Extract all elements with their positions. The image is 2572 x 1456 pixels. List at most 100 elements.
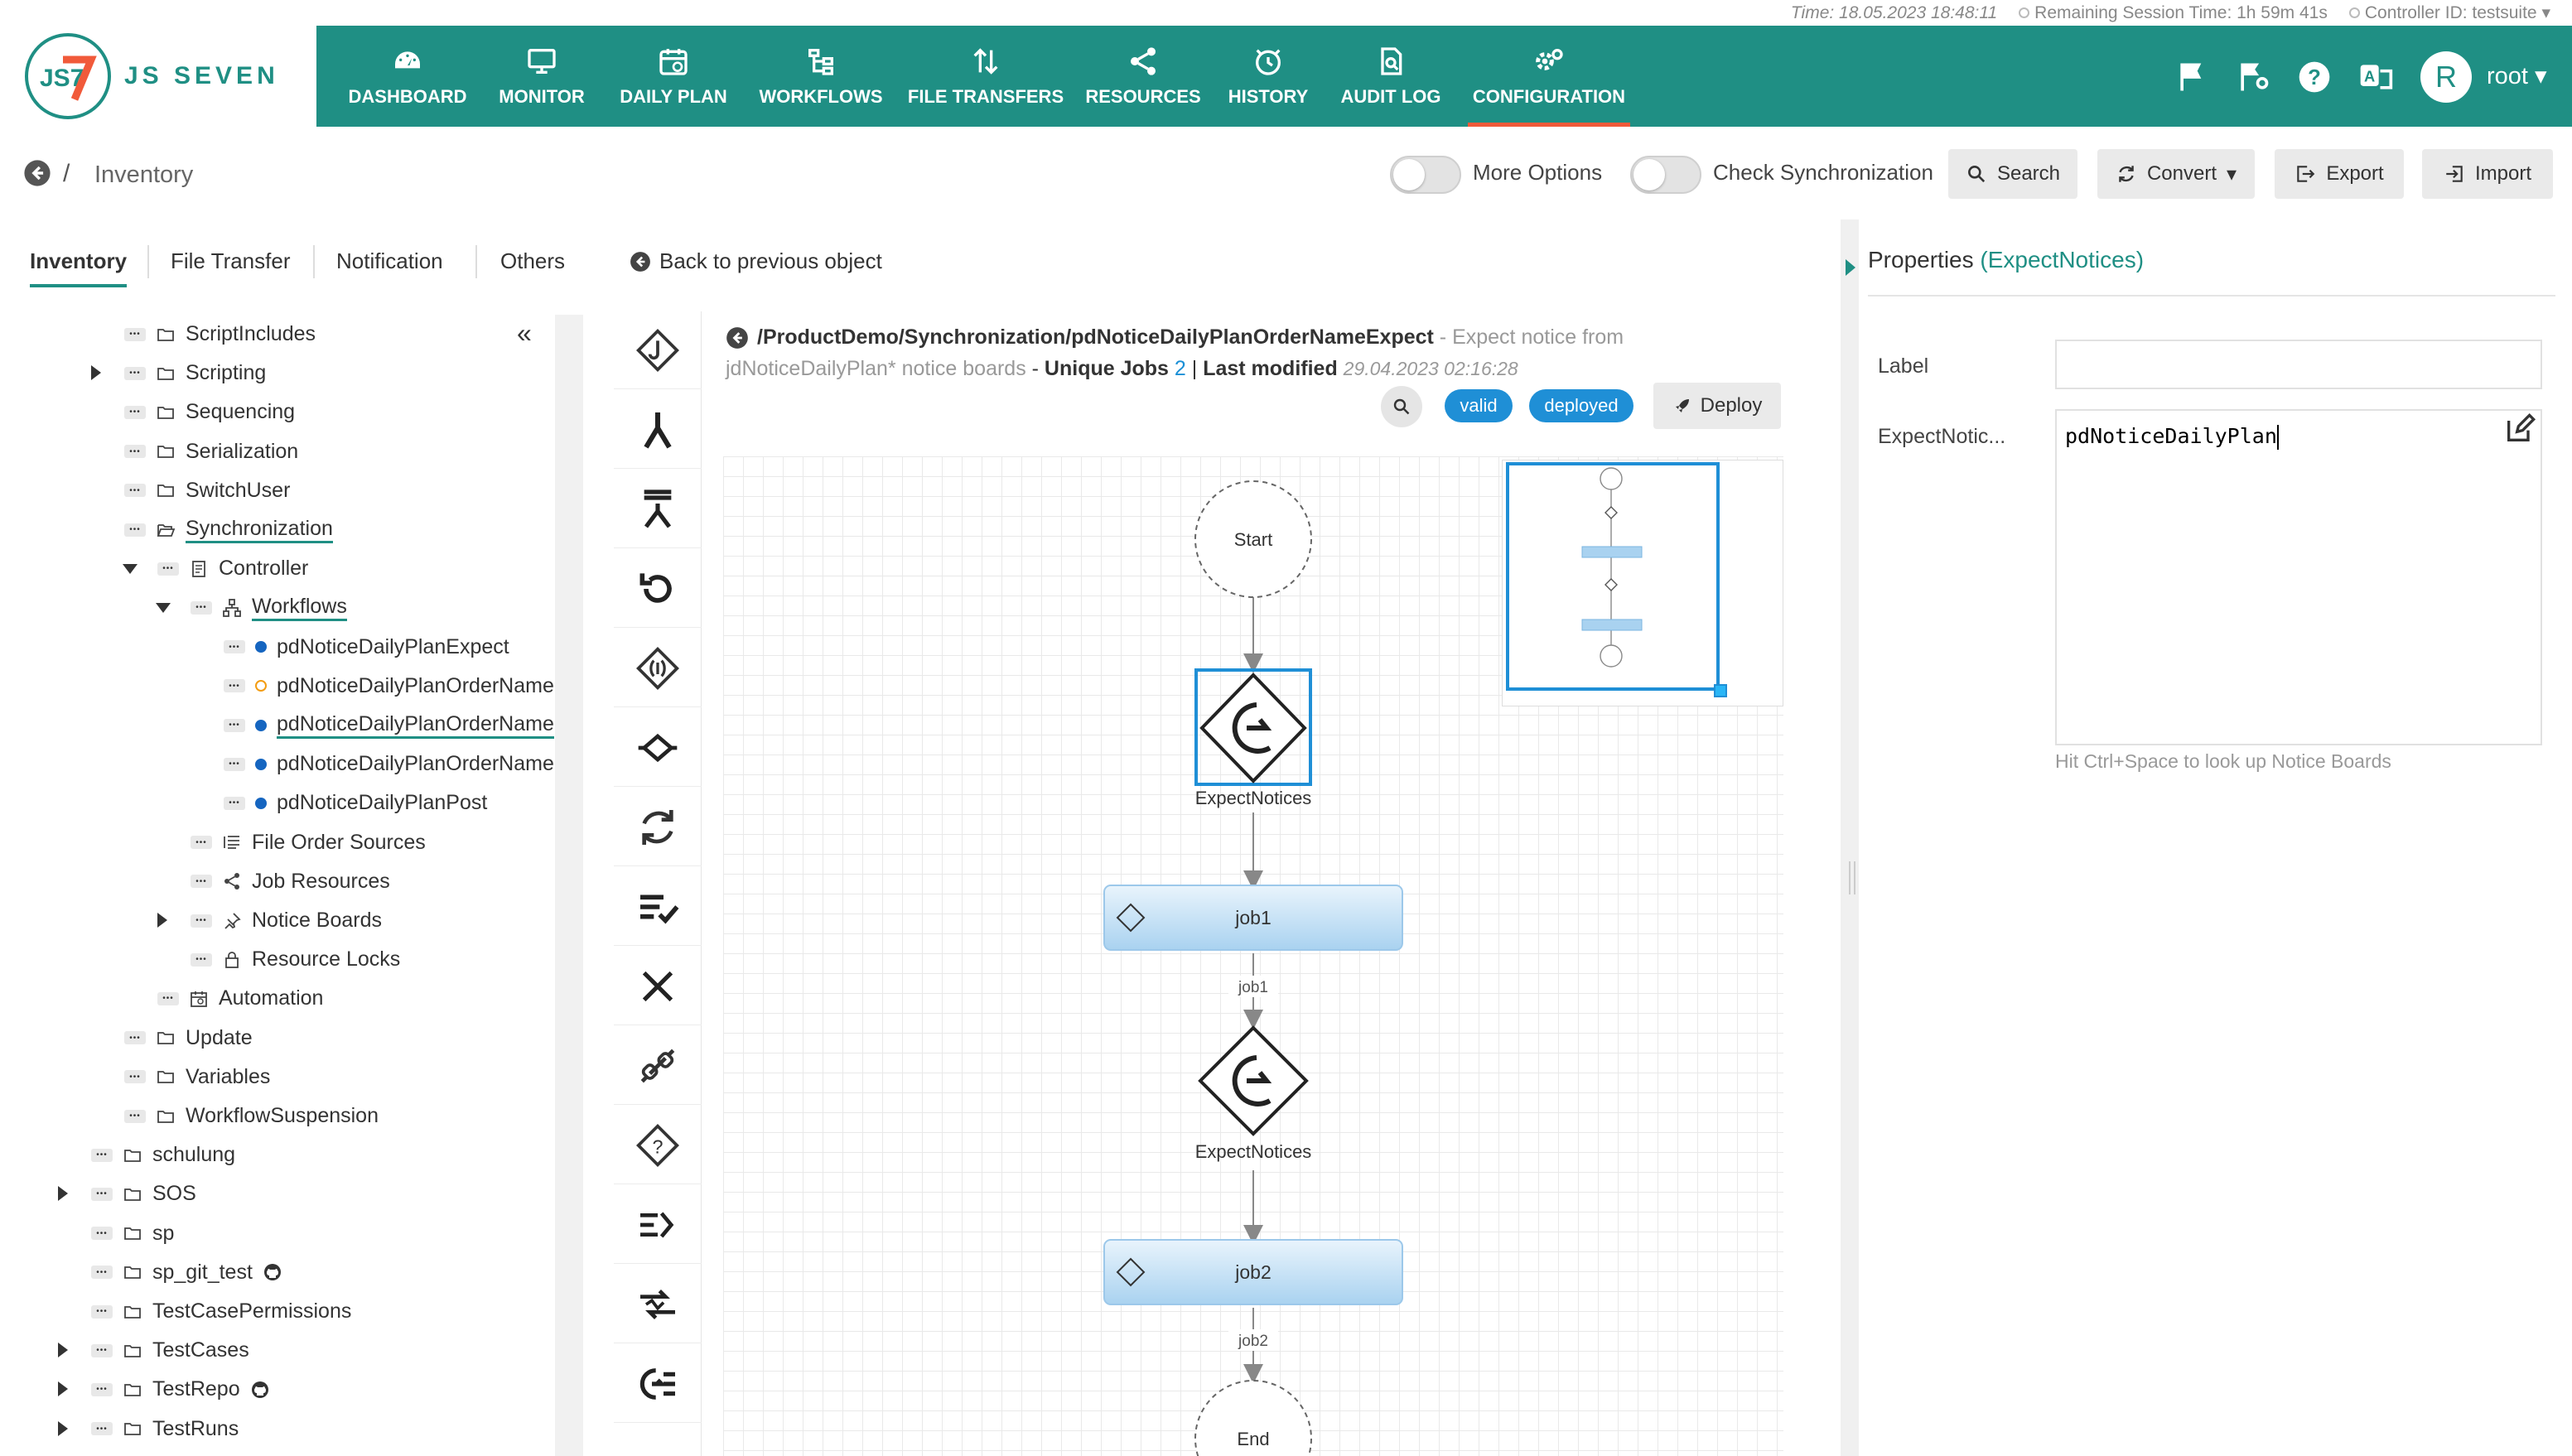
palette-retry[interactable]	[614, 550, 702, 628]
item-menu-icon[interactable]	[124, 327, 146, 341]
palette-finish[interactable]	[614, 868, 702, 946]
item-menu-icon[interactable]	[191, 952, 212, 967]
tree-item[interactable]: Sequencing	[124, 393, 295, 431]
tree-item[interactable]: Synchronization	[124, 510, 333, 549]
more-options-toggle[interactable]	[1390, 156, 1461, 194]
import-button[interactable]: Import	[2422, 149, 2553, 199]
palette-fail[interactable]	[614, 947, 702, 1025]
tab-notification[interactable]: Notification	[336, 248, 443, 274]
item-menu-icon[interactable]	[224, 640, 245, 654]
tree-item[interactable]: pdNoticeDailyPlanOrderName	[224, 706, 554, 745]
palette-expect-notices[interactable]	[614, 1345, 702, 1423]
panel-resize-handle[interactable]	[1849, 861, 1855, 894]
tree-item[interactable]: Notice Boards	[157, 901, 382, 940]
tree-item[interactable]: TestCases	[58, 1331, 249, 1370]
tree-item[interactable]: Scripting	[91, 354, 266, 393]
back-to-previous-link[interactable]: Back to previous object	[630, 248, 882, 274]
tree-item[interactable]: Resource Locks	[191, 940, 400, 979]
caret-down-icon[interactable]	[156, 603, 171, 614]
tree-item[interactable]: WorkflowSuspension	[124, 1097, 379, 1135]
item-menu-icon[interactable]	[157, 991, 179, 1005]
avatar[interactable]: R	[2420, 51, 2472, 103]
minimap-viewport[interactable]	[1506, 462, 1720, 691]
tree-item[interactable]: sp_git_test	[91, 1253, 282, 1292]
nav-audit-log[interactable]: AUDIT LOG	[1337, 26, 1445, 127]
item-menu-icon[interactable]	[124, 405, 146, 419]
item-menu-icon[interactable]	[91, 1148, 113, 1162]
item-menu-icon[interactable]	[124, 1109, 146, 1123]
palette-prompt[interactable]: ?	[614, 1106, 702, 1184]
tree-item[interactable]: Serialization	[124, 432, 298, 471]
item-menu-icon[interactable]	[224, 757, 245, 771]
item-menu-icon[interactable]	[191, 836, 212, 850]
item-menu-icon[interactable]	[124, 484, 146, 498]
app-logo[interactable]: JS7 JS SEVEN	[0, 26, 316, 127]
tree-scrollbar[interactable]	[555, 315, 583, 1456]
nav-workflows[interactable]: WORKFLOWS	[755, 26, 886, 127]
minimap[interactable]	[1502, 460, 1783, 706]
palette-post-notices[interactable]	[614, 1266, 702, 1343]
item-menu-icon[interactable]	[224, 718, 245, 732]
tab-others[interactable]: Others	[500, 248, 565, 274]
properties-collapse-bar[interactable]	[1841, 219, 1859, 1456]
label-input[interactable]	[2055, 340, 2542, 389]
item-menu-icon[interactable]	[124, 366, 146, 380]
tree-item[interactable]: File Order Sources	[191, 823, 426, 862]
tree-item[interactable]: TestRuns	[58, 1410, 239, 1449]
palette-fork-list[interactable]	[614, 470, 702, 548]
caret-right-icon[interactable]	[91, 365, 101, 381]
tree-item[interactable]: SOS	[58, 1174, 196, 1213]
item-menu-icon[interactable]	[157, 562, 179, 576]
item-menu-icon[interactable]	[91, 1304, 113, 1319]
caret-right-icon[interactable]	[58, 1420, 68, 1436]
language-icon[interactable]: A	[2357, 59, 2394, 95]
item-menu-icon[interactable]	[191, 600, 212, 615]
palette-fork[interactable]	[614, 391, 702, 469]
check-sync-toggle[interactable]	[1630, 156, 1701, 194]
tree-item[interactable]: SwitchUser	[124, 471, 290, 510]
tree-item[interactable]: Controller	[123, 549, 308, 588]
tree-item[interactable]: Automation	[157, 979, 323, 1018]
back-arrow-icon[interactable]	[23, 159, 51, 187]
nav-file-transfers[interactable]: FILE TRANSFERS	[908, 26, 1064, 127]
item-menu-icon[interactable]	[91, 1187, 113, 1201]
item-menu-icon[interactable]	[124, 1070, 146, 1084]
tree-item[interactable]: Workflows	[156, 588, 347, 627]
item-menu-icon[interactable]	[224, 679, 245, 693]
item-menu-icon[interactable]	[191, 914, 212, 928]
item-menu-icon[interactable]	[124, 1031, 146, 1045]
caret-right-icon[interactable]	[58, 1381, 68, 1397]
item-menu-icon[interactable]	[191, 875, 212, 889]
tree-item[interactable]: TestRepo	[58, 1370, 270, 1409]
palette-lock[interactable]	[614, 1027, 702, 1105]
deploy-button[interactable]: Deploy	[1653, 383, 1781, 429]
expect-notices-editor[interactable]: pdNoticeDailyPlan	[2055, 409, 2542, 745]
tree-item[interactable]: Update	[124, 1019, 253, 1058]
item-menu-icon[interactable]	[124, 445, 146, 459]
nav-resources[interactable]: RESOURCES	[1085, 26, 1201, 127]
help-icon[interactable]: ?	[2296, 59, 2333, 95]
item-menu-icon[interactable]	[224, 796, 245, 810]
tab-file-transfer[interactable]: File Transfer	[171, 248, 291, 274]
palette-try[interactable]	[614, 709, 702, 787]
tab-inventory[interactable]: Inventory	[30, 248, 128, 287]
tree-item[interactable]: pdNoticeDailyPlanOrderName	[224, 667, 554, 706]
tree-item[interactable]: sp	[91, 1214, 174, 1253]
convert-button[interactable]: Convert ▾	[2097, 149, 2255, 199]
tree-item[interactable]: TestCasePermissions	[91, 1292, 351, 1331]
tree-item[interactable]: pdNoticeDailyPlanOrderName	[224, 745, 554, 783]
tree-item[interactable]: pdNoticeDailyPlanPost	[224, 783, 487, 822]
search-button[interactable]: Search	[1948, 149, 2077, 199]
tree-item[interactable]: Variables	[124, 1058, 270, 1097]
controller-id[interactable]: Controller ID: testsuite	[2365, 3, 2537, 22]
item-menu-icon[interactable]	[124, 523, 146, 537]
nav-daily-plan[interactable]: DAILY PLAN	[611, 26, 736, 127]
item-menu-icon[interactable]	[91, 1382, 113, 1396]
caret-down-icon[interactable]	[123, 564, 138, 575]
item-menu-icon[interactable]	[91, 1343, 113, 1357]
caret-right-icon[interactable]	[58, 1186, 68, 1202]
nav-history[interactable]: HISTORY	[1223, 26, 1314, 127]
flag-icon[interactable]	[2174, 59, 2211, 95]
palette-more[interactable]	[614, 1425, 702, 1456]
palette-add-order[interactable]	[614, 1186, 702, 1264]
